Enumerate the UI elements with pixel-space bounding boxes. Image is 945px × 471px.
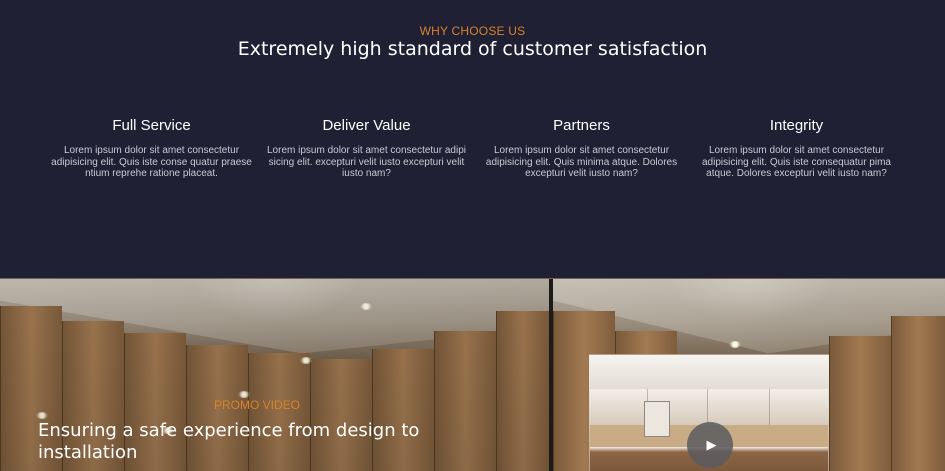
feature-title: Partners [553,117,610,134]
wood-panel [891,316,945,471]
feature-title: Full Service [112,117,191,134]
feature-full-service: Full Service Lorem ipsum dolor sit amet … [44,117,259,180]
kitchen-ceiling [590,355,828,389]
promo-video-section: PROMO VIDEO Ensuring a safe experience f… [0,279,945,471]
kitchen-window [644,401,670,437]
play-icon: ▶ [706,437,717,452]
section-headline: Extremely high standard of customer sati… [237,38,708,60]
section-eyebrow: WHY CHOOSE US [419,24,526,38]
feature-integrity: Integrity Lorem ipsum dolor sit amet con… [689,117,904,180]
promo-background-left: PROMO VIDEO Ensuring a safe experience f… [0,279,549,471]
feature-title: Deliver Value [322,117,411,134]
feature-text: Lorem ipsum dolor sit amet consectetur a… [51,145,252,179]
feature-text: Lorem ipsum dolor sit amet consectetur a… [702,145,891,179]
feature-title: Integrity [769,117,824,134]
kitchen-cabinet [770,389,828,425]
feature-text: Lorem ipsum dolor sit amet consectetur a… [267,145,466,179]
promo-title: Ensuring a safe experience from design t… [38,420,420,463]
promo-eyebrow: PROMO VIDEO [214,398,301,412]
feature-deliver-value: Deliver Value Lorem ipsum dolor sit amet… [259,117,474,180]
wood-panel [829,336,891,471]
promo-background-right: ▶ [553,279,945,471]
why-choose-us-section: WHY CHOOSE US Extremely high standard of… [0,0,945,279]
play-button[interactable]: ▶ [687,422,733,468]
ceiling-light [729,341,741,348]
feature-text: Lorem ipsum dolor sit amet consectetur a… [485,145,678,179]
kitchen-cabinet [708,389,770,425]
features-row: Full Service Lorem ipsum dolor sit amet … [44,117,904,197]
video-thumbnail[interactable]: ▶ [589,354,829,471]
kitchen-cabinet [590,389,648,425]
feature-partners: Partners Lorem ipsum dolor sit amet cons… [474,117,689,180]
